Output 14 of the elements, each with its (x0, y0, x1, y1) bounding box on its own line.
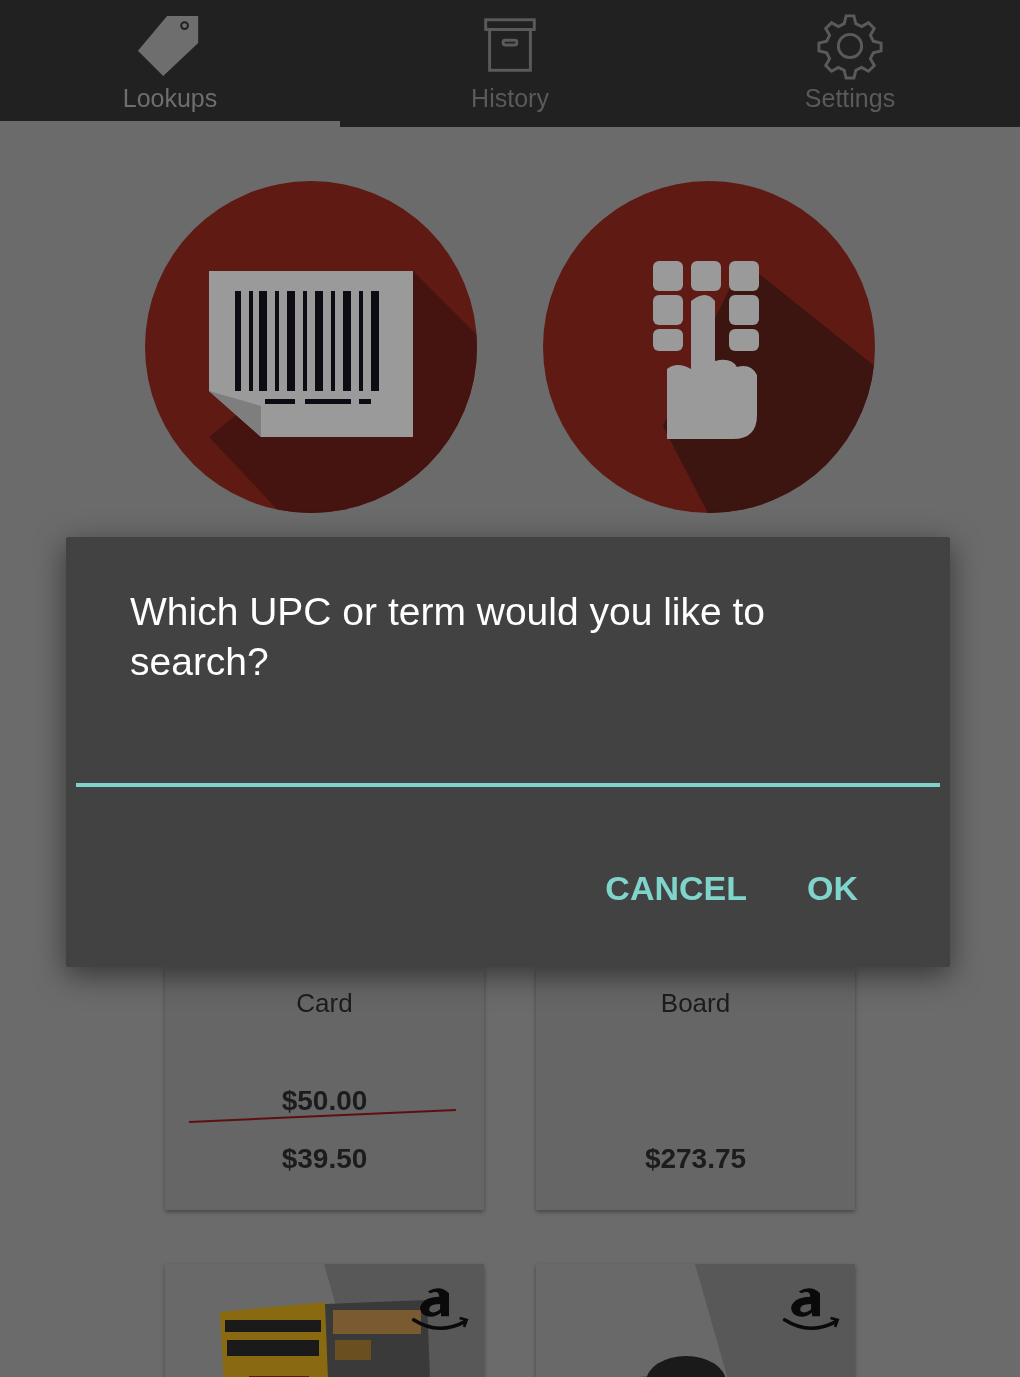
deal-price: $273.75 (644, 1143, 747, 1175)
deal-card[interactable]: Board $273.75 (536, 968, 855, 1210)
dialog-message: Which UPC or term would you like to search? (130, 589, 767, 685)
tab[interactable]: Settings (680, 0, 1020, 127)
original-price: $50.00 (281, 1085, 368, 1118)
deal-title: Board (660, 988, 731, 1019)
deal-card[interactable]: Card $50.00 $39.50 (165, 968, 484, 1210)
cancel-button[interactable]: CANCEL (595, 863, 757, 914)
settings-icon (816, 12, 884, 80)
deal-price: $39.50 (281, 1143, 368, 1175)
tab[interactable]: History (340, 0, 680, 127)
tab[interactable]: Lookups (0, 0, 340, 127)
deal-title: Card (296, 988, 353, 1019)
ok-button[interactable]: OK (797, 863, 868, 914)
